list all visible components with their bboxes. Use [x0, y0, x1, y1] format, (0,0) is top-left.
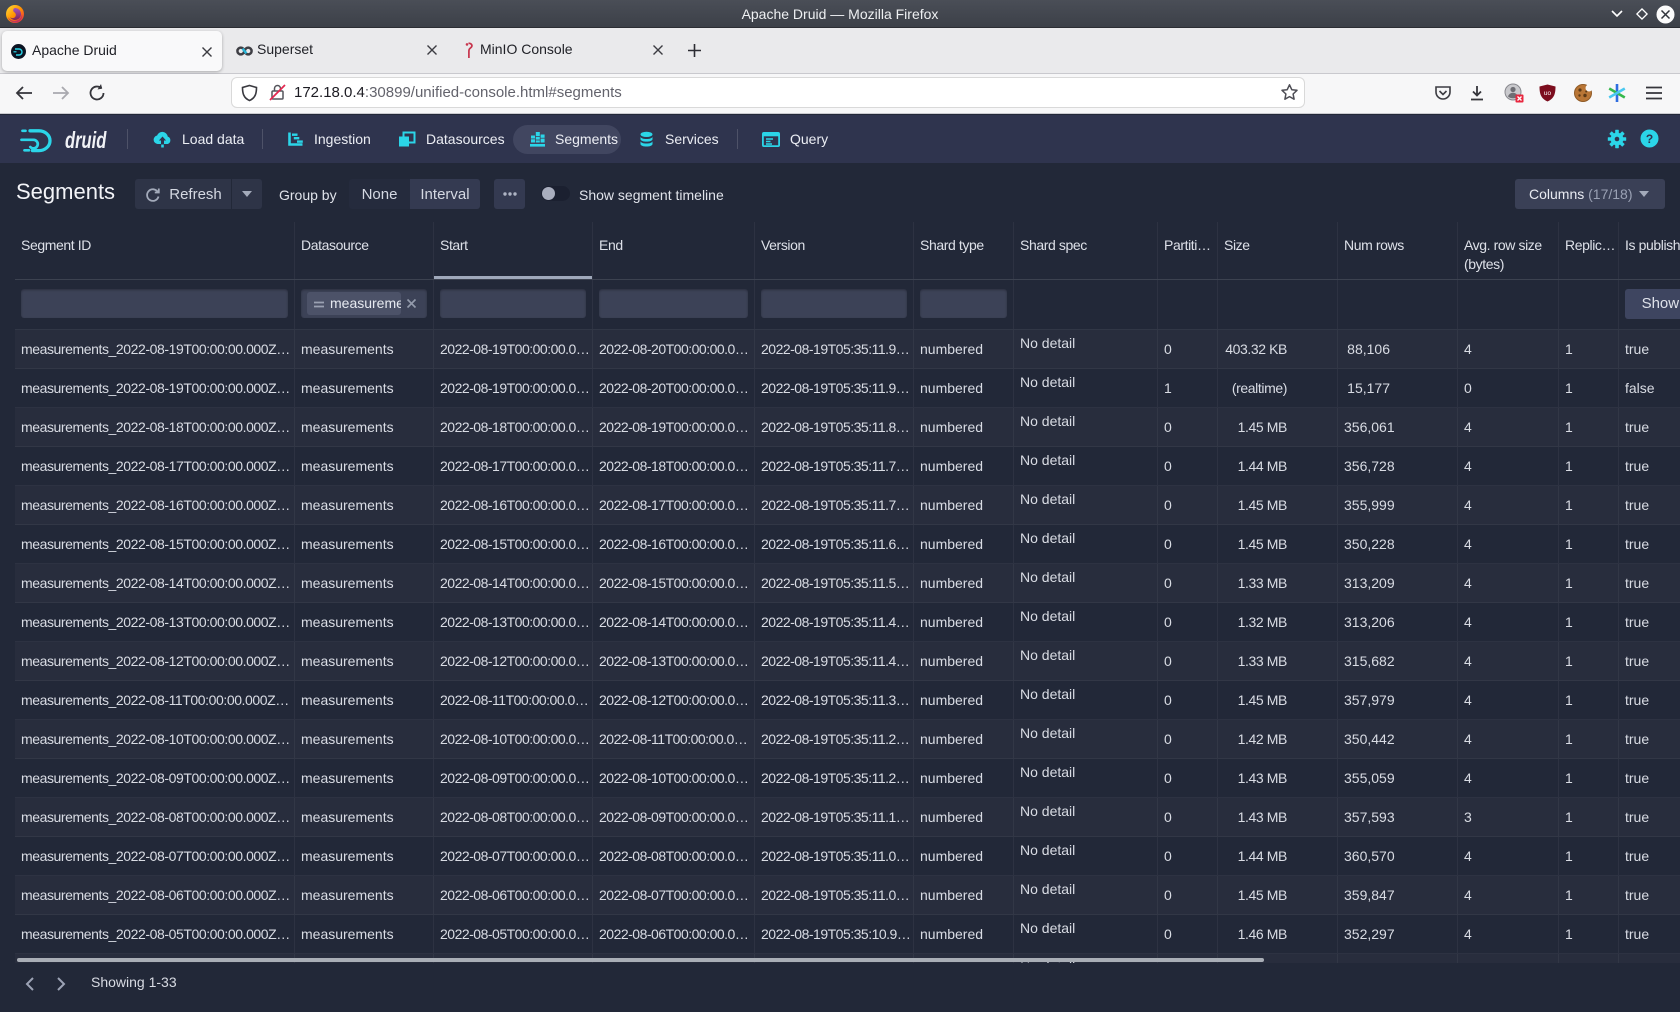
svg-text:?: ?: [1646, 132, 1653, 146]
svg-text:uo: uo: [1544, 90, 1552, 97]
